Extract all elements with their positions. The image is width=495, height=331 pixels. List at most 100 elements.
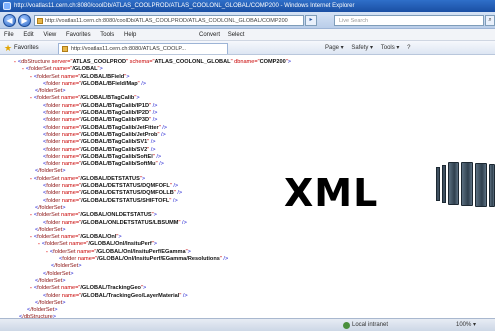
xml-line: <folder name="/GLOBAL/BTagCalib/IP2D" /> (14, 110, 314, 117)
xml-bracket: /> (171, 183, 179, 190)
xml-tag: folder (46, 190, 61, 197)
xml-attr: name=" (59, 95, 81, 102)
convert-button[interactable]: Convert (196, 29, 223, 41)
xml-line[interactable]: - <folderSet name="/GLOBAL/Onl"> (14, 234, 314, 241)
block-thin-2 (442, 165, 446, 203)
menu-tools[interactable]: Tools (96, 29, 118, 41)
xml-line[interactable]: - <folderSet name="/GLOBAL/DETSTATUS"> (14, 176, 314, 183)
collapse-toggle[interactable]: - (14, 59, 16, 65)
collapse-toggle[interactable]: - (30, 74, 32, 80)
collapse-toggle[interactable]: - (30, 285, 32, 291)
favorites-bar: ★ Favorites http://voatlas11.cern.ch:808… (0, 41, 495, 55)
xml-bracket: > (153, 212, 157, 219)
xml-attr-value: /GLOBAL/BTagCalib (80, 95, 135, 102)
xml-attr: name=" (60, 102, 82, 109)
xml-attr: name=" (60, 161, 82, 168)
xml-line: </folderSet> (14, 263, 314, 270)
xml-line[interactable]: - <folderSet name="/GLOBAL/Onl/InsituPerf… (14, 241, 314, 248)
xml-tag: folder (46, 117, 61, 124)
xml-attr-value: /GLOBAL/TrackingGeo/LayerMaterial (81, 292, 180, 299)
xml-bracket: /> (149, 146, 156, 153)
xml-line: <folder name="/GLOBAL/DETSTATUS/SHIFTOFL… (14, 198, 314, 205)
xml-tag: /folderSet (38, 277, 63, 284)
xml-line: <folder name="/GLOBAL/BTagCalib/JetProb"… (14, 132, 314, 139)
xml-bracket: > (62, 277, 66, 284)
xml-bracket: > (126, 73, 130, 80)
collapse-toggle[interactable]: - (30, 176, 32, 182)
xml-attr-value: /GLOBAL/BTagCalib/SV2 (81, 146, 148, 153)
favorites-button[interactable]: Favorites (14, 41, 39, 55)
xml-tag: folder (46, 80, 61, 87)
xml-tag: folderSet (29, 66, 52, 73)
xml-attr: name=" (59, 285, 81, 292)
xml-line: <folder name="/GLOBAL/BTagCalib/IP3D" /> (14, 117, 314, 124)
go-button[interactable]: ▸ (305, 15, 317, 26)
xml-tag: folder (46, 197, 61, 204)
xml-bracket: > (118, 234, 122, 241)
xml-line[interactable]: - <folderSet name="/GLOBAL/BTagCalib"> (14, 95, 314, 102)
xml-line: <folder name="/GLOBAL/DETSTATUS/DQMFOLLB… (14, 190, 314, 197)
xml-tag: folder (62, 256, 77, 263)
xml-attr-value: /GLOBAL/TrackingGeo (80, 285, 141, 292)
forward-button[interactable]: ▶ (18, 14, 31, 27)
menu-view[interactable]: View (39, 29, 60, 41)
xml-line[interactable]: - <dbStructure server="ATLAS_COOLPROD" sc… (14, 59, 314, 66)
zoom-control[interactable]: 100% ▾ (456, 319, 476, 331)
page-icon (37, 18, 43, 24)
collapse-toggle[interactable]: - (46, 249, 48, 255)
xml-overlay-label: XML (284, 171, 379, 215)
xml-attr-value: /GLOBAL (72, 66, 98, 73)
intranet-zone-icon (343, 322, 350, 329)
xml-attr: name=" (60, 146, 82, 153)
safety-menu[interactable]: Safety ▾ (348, 41, 376, 55)
xml-line[interactable]: - <folderSet name="/GLOBAL/BField"> (14, 74, 314, 81)
address-input[interactable]: http://voatlas11.cern.ch:8080/coolDb/ATL… (34, 15, 304, 26)
xml-bracket: > (287, 59, 291, 65)
status-bar: Local intranet 100% ▾ (0, 318, 495, 331)
menu-help[interactable]: Help (120, 29, 140, 41)
menu-favorites[interactable]: Favorites (62, 29, 95, 41)
xml-bracket: > (142, 285, 147, 292)
xml-attr-value: /GLOBAL/BTagCalib/JetFitter (81, 124, 159, 131)
xml-tag: folderSet (37, 234, 60, 241)
xml-tag: /folderSet (54, 263, 79, 270)
xml-line[interactable]: - <folderSet name="/GLOBAL/Onl/InsituPerf… (14, 249, 314, 256)
collapse-toggle[interactable]: - (30, 95, 32, 101)
xml-line[interactable]: - <folderSet name="/GLOBAL"> (14, 66, 314, 73)
collapse-toggle[interactable]: - (30, 212, 32, 218)
collapse-toggle[interactable]: - (30, 234, 32, 240)
xml-line: <folder name="/GLOBAL/BTagCalib/SoftMu" … (14, 161, 314, 168)
xml-attr: name=" (60, 131, 82, 138)
page-menu[interactable]: Page ▾ (322, 41, 347, 55)
xml-attr: name=" (75, 248, 97, 255)
xml-bracket: > (187, 248, 191, 255)
address-toolbar: ◀ ▶ http://voatlas11.cern.ch:8080/coolDb… (0, 12, 495, 29)
search-input[interactable]: Live Search (334, 15, 484, 26)
help-button[interactable]: ? (404, 41, 413, 55)
tools-menu[interactable]: Tools ▾ (378, 41, 403, 55)
xml-tag: /folderSet (38, 168, 63, 175)
collapse-toggle[interactable]: - (22, 66, 24, 72)
xml-bracket: /> (159, 131, 166, 138)
collapse-toggle[interactable]: - (38, 241, 40, 247)
xml-attr: name=" (60, 292, 82, 299)
select-button[interactable]: Select (225, 29, 248, 41)
browser-tab[interactable]: http://voatlas11.cern.ch:8080/ATLAS_COOL… (58, 43, 228, 54)
xml-line[interactable]: - <folderSet name="/GLOBAL/TrackingGeo"> (14, 285, 314, 292)
xml-tag: folder (46, 161, 61, 168)
xml-attr-value: /GLOBAL/DETSTATUS (80, 175, 140, 182)
xml-line: <folder name="/GLOBAL/BTagCalib/SV2" /> (14, 147, 314, 154)
back-button[interactable]: ◀ (3, 14, 16, 27)
xml-bracket: /> (181, 292, 188, 299)
menu-file[interactable]: File (0, 29, 18, 41)
xml-bracket: /> (154, 153, 162, 160)
xml-attr-value: COMP200 (259, 59, 286, 65)
favorites-star-icon[interactable]: ★ (4, 42, 12, 54)
xml-line[interactable]: - <folderSet name="/GLOBAL/ONLDETSTATUS"> (14, 212, 314, 219)
xml-tag: folder (46, 219, 61, 226)
xml-attr-value: /GLOBAL/Onl/InsituPerf/EGamma/Resolution… (97, 256, 220, 263)
xml-tree: - <dbStructure server="ATLAS_COOLPROD" sc… (14, 59, 314, 318)
menu-edit[interactable]: Edit (19, 29, 37, 41)
xml-attr: name=" (59, 234, 81, 241)
search-icon[interactable]: ⌕ (485, 15, 495, 26)
